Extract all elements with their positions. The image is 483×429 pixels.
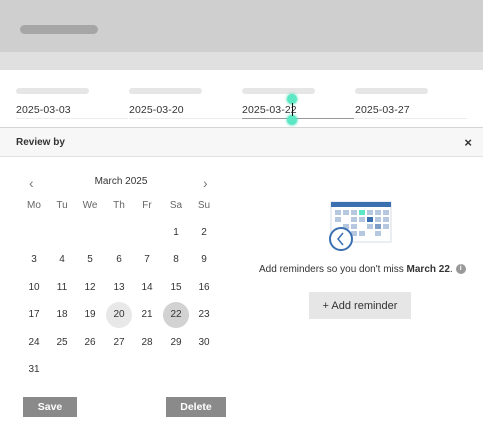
calendar-day[interactable]: 8 xyxy=(163,247,189,273)
calendar-day[interactable]: 2 xyxy=(191,220,217,246)
date-field-1[interactable]: 2025-03-03 xyxy=(16,70,128,127)
calendar-day[interactable]: 16 xyxy=(191,275,217,301)
date-field-value: 2025-03-20 xyxy=(129,104,184,116)
calendar-week-row: 12 xyxy=(21,220,221,248)
calendar-day[interactable]: 7 xyxy=(134,247,160,273)
date-field-value: 2025-03-27 xyxy=(355,104,410,116)
delete-button[interactable]: Delete xyxy=(166,397,226,417)
weekday-label: Su xyxy=(197,200,211,211)
text-caret xyxy=(292,103,293,116)
popup-header: Review by × xyxy=(0,128,483,157)
calendar-day[interactable]: 5 xyxy=(77,247,103,273)
calendar-day[interactable]: 12 xyxy=(77,275,103,301)
calendar-day[interactable]: 3 xyxy=(21,247,47,273)
calendar-day[interactable]: 26 xyxy=(77,330,103,356)
top-bar xyxy=(0,0,483,52)
calendar-day[interactable]: 31 xyxy=(21,357,47,383)
calendar-day[interactable]: 19 xyxy=(77,302,103,328)
calendar-day[interactable]: 11 xyxy=(49,275,75,301)
calendar-day[interactable]: 21 xyxy=(134,302,160,328)
calendar-day[interactable]: 27 xyxy=(106,330,132,356)
calendar-week-row: 3456789 xyxy=(21,247,221,275)
close-icon[interactable]: × xyxy=(464,135,472,150)
weekday-label: Th xyxy=(113,200,125,211)
date-field-value: 2025-03-03 xyxy=(16,104,71,116)
reminder-date: March 22 xyxy=(406,264,450,275)
date-field-4[interactable]: 2025-03-27 xyxy=(355,70,467,127)
add-reminder-button[interactable]: + Add reminder xyxy=(309,292,411,319)
calendar-day[interactable]: 17 xyxy=(21,302,47,328)
calendar-day[interactable]: 13 xyxy=(106,275,132,301)
calendar-day[interactable]: 18 xyxy=(49,302,75,328)
calendar-week-row: 31 xyxy=(21,357,221,385)
weekday-label: Tu xyxy=(56,200,68,211)
calendar-week-row: 10 11 12 13 14 15 16 xyxy=(21,275,221,303)
calendar-day[interactable]: 1 xyxy=(163,220,189,246)
weekday-header: Mo Tu We Th Fr Sa Su xyxy=(21,193,221,221)
date-field-2[interactable]: 2025-03-20 xyxy=(129,70,241,127)
info-icon[interactable]: i xyxy=(455,264,466,275)
field-label-placeholder xyxy=(16,88,89,94)
calendar-reminder-illustration xyxy=(329,201,392,251)
weekday-label: We xyxy=(82,200,98,211)
date-fields-row: 2025-03-03 2025-03-20 2025-03-22 2025-03… xyxy=(0,70,483,127)
calendar-week-row: 17 18 19 20 21 22 23 xyxy=(21,302,221,330)
weekday-label: Sa xyxy=(169,200,183,211)
calendar-day[interactable]: 10 xyxy=(21,275,47,301)
title-placeholder xyxy=(20,25,98,34)
calendar-day[interactable]: 30 xyxy=(191,330,217,356)
calendar-day[interactable]: 15 xyxy=(163,275,189,301)
calendar-day[interactable]: 28 xyxy=(134,330,160,356)
field-label-placeholder xyxy=(129,88,202,94)
save-button[interactable]: Save xyxy=(23,397,77,417)
calendar-day[interactable]: 9 xyxy=(191,247,217,273)
date-field-value: 2025-03-22 xyxy=(242,104,297,116)
calendar-day[interactable]: 24 xyxy=(21,330,47,356)
calendar-day[interactable]: 20 xyxy=(106,302,132,328)
weekday-label: Fr xyxy=(142,200,152,211)
date-field-3[interactable]: 2025-03-22 xyxy=(242,70,354,127)
calendar-day[interactable]: 23 xyxy=(191,302,217,328)
calendar-day[interactable]: 6 xyxy=(106,247,132,273)
top-strip xyxy=(0,52,483,70)
calendar-day[interactable]: 4 xyxy=(49,247,75,273)
popup-title: Review by xyxy=(16,137,65,148)
weekday-label: Mo xyxy=(27,200,41,211)
selection-end-handle[interactable] xyxy=(287,115,297,125)
field-label-placeholder xyxy=(242,88,315,94)
calendar-day[interactable]: 29 xyxy=(163,330,189,356)
calendar-day[interactable]: 25 xyxy=(49,330,75,356)
calendar-day[interactable]: 14 xyxy=(134,275,160,301)
next-month-icon[interactable]: › xyxy=(203,175,208,191)
calendar-week-row: 24 25 26 27 28 29 30 xyxy=(21,330,221,358)
calendar-day[interactable]: 22 xyxy=(163,302,189,328)
field-label-placeholder xyxy=(355,88,428,94)
